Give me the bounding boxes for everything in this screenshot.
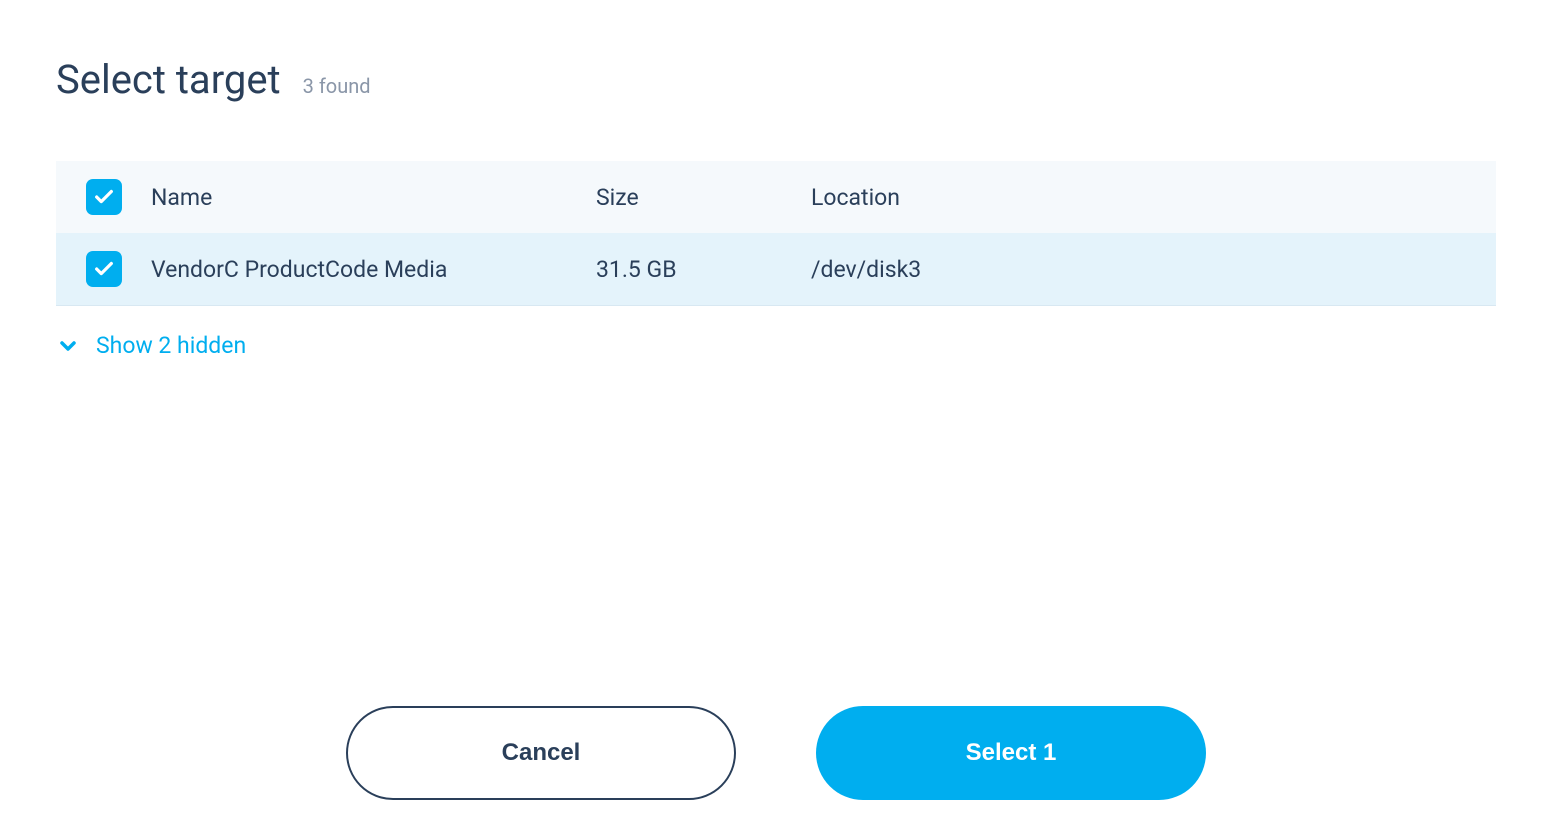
page-title: Select target bbox=[56, 56, 281, 103]
targets-table: Name Size Location VendorC ProductCode M… bbox=[56, 161, 1496, 306]
footer: Cancel Select 1 bbox=[0, 706, 1552, 800]
check-icon bbox=[93, 258, 115, 280]
show-hidden-label: Show 2 hidden bbox=[96, 332, 246, 359]
chevron-down-icon bbox=[56, 334, 80, 358]
table-row[interactable]: VendorC ProductCode Media 31.5 GB /dev/d… bbox=[56, 233, 1496, 306]
cancel-button[interactable]: Cancel bbox=[346, 706, 736, 800]
select-all-checkbox[interactable] bbox=[86, 179, 122, 215]
found-count: 3 found bbox=[303, 74, 371, 98]
column-header-size: Size bbox=[596, 161, 811, 233]
table-header-row: Name Size Location bbox=[56, 161, 1496, 233]
row-size: 31.5 GB bbox=[596, 233, 811, 306]
page-header: Select target 3 found bbox=[56, 56, 1496, 103]
row-location: /dev/disk3 bbox=[811, 233, 1496, 306]
show-hidden-toggle[interactable]: Show 2 hidden bbox=[56, 332, 246, 359]
select-button[interactable]: Select 1 bbox=[816, 706, 1206, 800]
check-icon bbox=[93, 186, 115, 208]
row-name: VendorC ProductCode Media bbox=[151, 233, 596, 306]
column-header-location: Location bbox=[811, 161, 1496, 233]
column-header-name: Name bbox=[151, 161, 596, 233]
row-checkbox[interactable] bbox=[86, 251, 122, 287]
